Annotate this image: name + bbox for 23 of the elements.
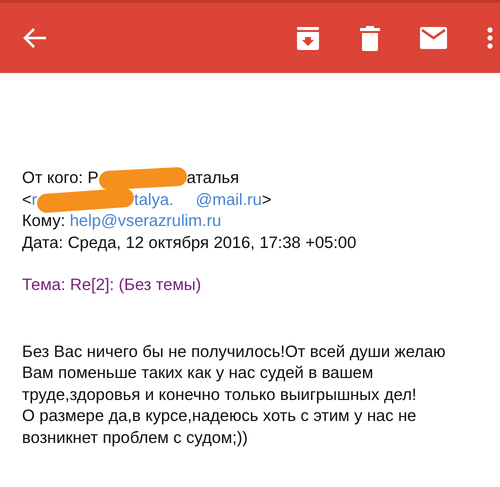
angle-bracket: < [22, 190, 32, 208]
recipient-label: Кому: [22, 212, 66, 230]
trash-icon [360, 26, 380, 50]
more-icon [487, 27, 493, 49]
date-text: Среда, 12 октября 2016, 17:38 +05:00 [68, 234, 356, 252]
archive-button[interactable] [296, 26, 320, 50]
email-link[interactable]: talya. [134, 190, 174, 208]
delete-button[interactable] [360, 26, 380, 50]
email-link[interactable]: r [32, 190, 38, 208]
more-button[interactable] [487, 27, 493, 49]
archive-icon [296, 26, 320, 50]
mail-button[interactable] [420, 27, 447, 49]
angle-bracket: > [262, 190, 272, 208]
date-label: Дата: [22, 234, 64, 252]
envelope-icon [420, 27, 447, 49]
message-body: Без Вас ничего бы не получилось!От всей души желаю Вам поменьше таких как у нас судей в вашем труде,здоровья и конечно только выигрышных дел! О размере да,в курсе,надеюсь хоть с этим у нас не возникнет проблем с судом;)) [22, 342, 446, 448]
email-link[interactable]: @mail.ru [196, 190, 262, 208]
sender-label: От кого: Р [22, 169, 99, 187]
sender-name: аталья [186, 169, 240, 187]
back-button[interactable] [22, 27, 48, 49]
email-link[interactable]: help@vserazrulim.ru [70, 212, 222, 230]
back-arrow-icon [22, 27, 48, 49]
subject-line: Тема: Re[2]: (Без темы) [22, 275, 202, 296]
